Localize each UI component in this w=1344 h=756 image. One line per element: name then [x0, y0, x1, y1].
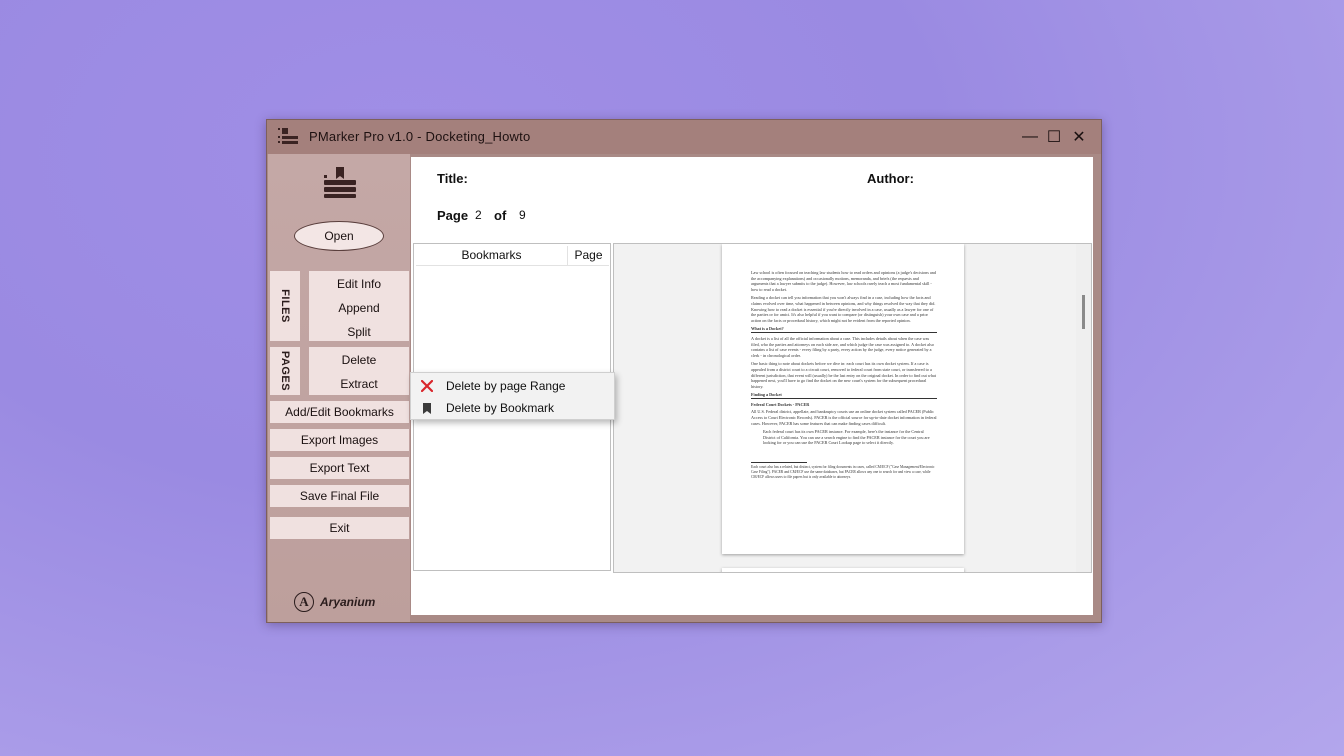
bookmarks-header: Bookmarks Page — [416, 246, 609, 266]
pdf-para-5: All U.S. Federal district, appellate, an… — [751, 409, 937, 426]
context-menu: Delete by page Range Delete by Bookmark — [410, 372, 615, 420]
sidebar: Open FILES Edit Info Append Split PAGES … — [268, 154, 410, 622]
open-button[interactable]: Open — [294, 221, 384, 251]
close-icon: ✕ — [1072, 129, 1086, 146]
minimize-button[interactable]: — — [1017, 124, 1043, 150]
pdf-heading-2: Finding a Docket — [751, 392, 937, 399]
tab-files-label: FILES — [279, 289, 292, 323]
author-label: Author: — [867, 171, 914, 186]
vertical-scrollbar[interactable] — [1076, 244, 1091, 572]
maximize-button[interactable]: ☐ — [1041, 124, 1067, 150]
brand-name: Aryanium — [320, 595, 376, 609]
pdf-viewer[interactable]: Law school is often focused on teaching … — [613, 243, 1092, 573]
pdf-heading-1: What is a Docket? — [751, 326, 937, 333]
minimize-icon: — — [1022, 128, 1038, 145]
title-bar[interactable]: PMarker Pro v1.0 - Docketing_Howto — ☐ ✕ — [267, 120, 1101, 154]
delete-by-bookmark-item[interactable]: Delete by Bookmark — [411, 397, 614, 419]
edit-info-button[interactable]: Edit Info — [309, 277, 409, 291]
pdf-para-2: Reading a docket can tell you informatio… — [751, 295, 936, 323]
page-column-header[interactable]: Page — [568, 246, 609, 265]
pdf-page: Law school is often focused on teaching … — [722, 244, 964, 554]
books-bookmark-icon — [324, 167, 356, 198]
close-button[interactable]: ✕ — [1066, 124, 1092, 150]
scrollbar-thumb[interactable] — [1082, 295, 1085, 329]
brand-logo: A Aryanium — [294, 592, 386, 612]
export-text-button[interactable]: Export Text — [270, 457, 409, 479]
delete-by-bookmark-label: Delete by Bookmark — [446, 401, 555, 415]
aryanium-logo-icon: A — [294, 592, 314, 612]
pdf-para-4: One basic thing to note about dockets be… — [751, 361, 936, 389]
pdf-next-page — [722, 568, 964, 572]
tab-pages[interactable]: PAGES — [270, 347, 300, 395]
tab-files[interactable]: FILES — [270, 271, 300, 341]
pdf-footnote: Each court also has a related, but disti… — [751, 465, 935, 479]
add-edit-bookmarks-button[interactable]: Add/Edit Bookmarks — [270, 401, 409, 423]
delete-button[interactable]: Delete — [309, 353, 409, 367]
split-button[interactable]: Split — [309, 325, 409, 339]
of-label: of — [494, 208, 507, 223]
save-final-file-button[interactable]: Save Final File — [270, 485, 409, 507]
export-images-button[interactable]: Export Images — [270, 429, 409, 451]
append-button[interactable]: Append — [309, 301, 409, 315]
pdf-bullet: Each federal court has its own PACER ins… — [763, 429, 930, 446]
bookmark-icon — [415, 402, 439, 414]
delete-by-page-range-item[interactable]: Delete by page Range — [411, 375, 614, 397]
pdf-para-1: Law school is often focused on teaching … — [751, 270, 936, 292]
extract-button[interactable]: Extract — [309, 377, 409, 391]
pdf-heading-3: Federal Court Dockets - PACER — [751, 401, 810, 407]
red-x-icon — [415, 380, 439, 392]
maximize-icon: ☐ — [1046, 129, 1062, 146]
total-pages: 9 — [519, 208, 526, 222]
window-title: PMarker Pro v1.0 - Docketing_Howto — [309, 129, 531, 144]
pdf-para-3: A docket is a list of all the official i… — [751, 335, 934, 358]
current-page[interactable]: 2 — [475, 208, 482, 222]
page-label: Page — [437, 208, 469, 223]
exit-button[interactable]: Exit — [270, 517, 409, 539]
app-icon — [278, 128, 298, 144]
pages-group: Delete Extract — [309, 347, 409, 395]
bookmarks-column-header[interactable]: Bookmarks — [416, 246, 568, 265]
title-label: Title: — [437, 171, 468, 186]
app-window: PMarker Pro v1.0 - Docketing_Howto — ☐ ✕… — [266, 119, 1102, 623]
files-group: Edit Info Append Split — [309, 271, 409, 341]
tab-pages-label: PAGES — [279, 350, 292, 392]
delete-by-page-range-label: Delete by page Range — [446, 379, 566, 393]
pdf-footnote-divider — [751, 462, 807, 464]
